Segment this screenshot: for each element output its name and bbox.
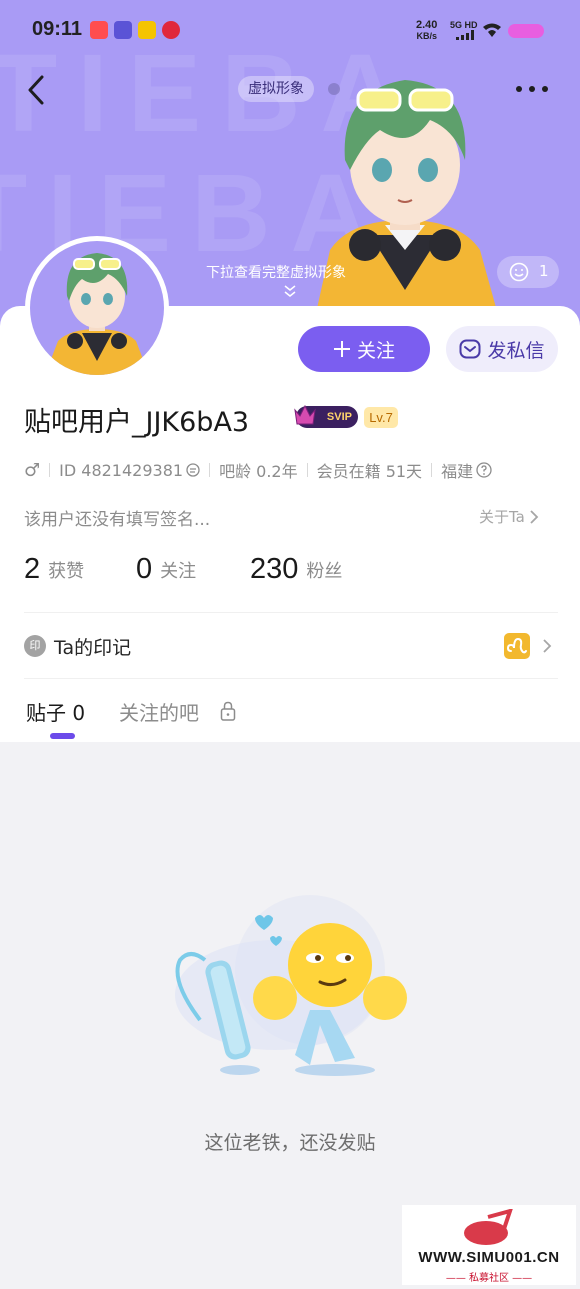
avatar[interactable] [25,236,169,380]
member-days: 会员在籍 51天 [316,462,423,481]
chevron-right-icon [543,639,552,653]
divider [24,612,558,613]
tab-posts[interactable]: 贴子 0 [26,697,85,726]
avatar-tag-dot [328,83,340,95]
more-icon[interactable] [512,78,552,98]
stat-fans[interactable]: 230 粉丝 [250,553,342,586]
net-speed: 2.40 KB/s [416,19,438,42]
lock-icon [220,701,236,721]
profile-tabs: 贴子 0 关注的吧 [0,688,580,742]
crown-icon [294,404,316,425]
stat-likes[interactable]: 2 获赞 [24,553,84,586]
tab-followed-bars[interactable]: 关注的吧 [119,697,199,726]
send-message-button[interactable]: 发私信 [446,326,558,372]
location[interactable]: 福建 [441,458,492,482]
music-app-icon [162,21,180,39]
signature-text: 该用户还没有填写签名... [24,510,211,530]
seal-icon: 印 [24,635,46,657]
follow-button[interactable]: 关注 [298,326,430,372]
active-tab-indicator [50,733,75,739]
stat-following[interactable]: 0 关注 [136,553,196,586]
battery-icon [508,24,544,38]
back-arrow-icon[interactable] [22,72,52,108]
message-label: 发私信 [487,339,545,362]
svip-badge[interactable]: SVIP [294,404,358,428]
wifi-icon [483,23,501,37]
status-bar: 09:11 2.40 KB/s 5G HD [0,0,580,60]
avatar-image [45,253,149,375]
notification-app-icon [90,21,108,39]
like-count: 1 [539,262,549,280]
network-type: 5G HD [450,20,478,30]
avatar-like-button[interactable]: 1 [497,256,559,288]
ta-seal-row[interactable]: 印 Ta的印记 [24,632,558,660]
smile-icon [509,262,529,282]
user-id[interactable]: ID 4821429381 [59,461,200,480]
watermark-site: WWW.SIMU001.CN [418,1249,560,1266]
chevron-right-icon [530,509,539,524]
news-app-icon [138,21,156,39]
mail-icon [459,339,481,359]
watermark-logo: WWW.SIMU001.CN —— 私募社区 —— [402,1205,576,1285]
pull-down-hint: 下拉查看完整虚拟形象 [206,265,346,281]
tieba-app-icon [114,21,132,39]
empty-state-message: 这位老铁，还没发贴 [204,1132,376,1154]
account-age: 吧龄 0.2年 [219,462,298,481]
status-time: 09:11 [32,18,83,40]
virtual-avatar-figure[interactable] [290,60,520,340]
virtual-avatar-tag[interactable]: 虚拟形象 [238,76,314,102]
divider [24,678,558,679]
copy-icon[interactable] [186,463,200,477]
chevron-down-icon [284,285,296,297]
leo-zodiac-icon[interactable] [504,633,530,659]
follow-label: 关注 [356,339,395,362]
about-ta-link[interactable]: 关于Ta [479,506,539,527]
profile-meta: ♂ ID 4821429381 吧龄 0.2年 会员在籍 51天 福建 [24,459,492,481]
gender: ♂ [24,459,41,481]
plus-icon [333,341,350,357]
seal-label: Ta的印记 [54,637,132,659]
empty-state-illustration [175,895,407,1076]
level-badge[interactable]: Lv.7 [364,407,398,428]
help-icon[interactable] [476,462,492,478]
watermark-logo-icon [464,1209,513,1245]
signal-icon [456,30,474,40]
username: 贴吧用户_JJK6bA3 [24,407,250,438]
watermark-sub: —— 私募社区 —— [445,1273,533,1284]
